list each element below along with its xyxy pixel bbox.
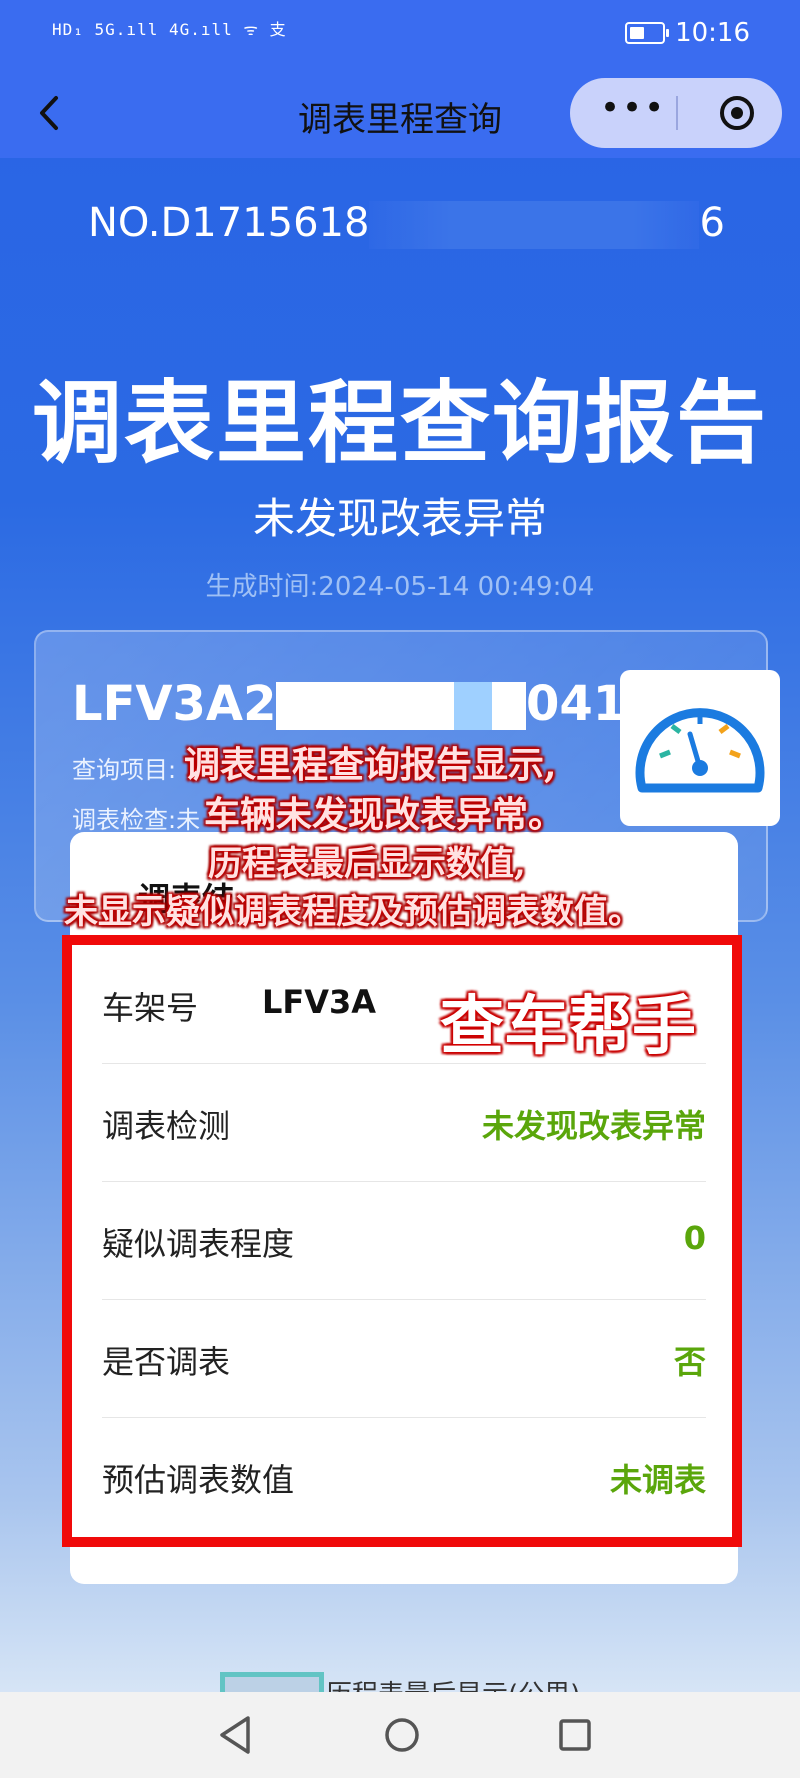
circle-home-icon [385,1718,419,1752]
status-bar: HD₁ 5G.ıll 4G.ıll ᯤ 支 10:16 [0,0,800,68]
square-recents-icon [559,1719,591,1751]
system-nav-bar [0,1692,800,1778]
detail-row-meter-check: 调表检测 未发现改表异常 [102,1063,706,1182]
row-label: 车架号 [102,989,199,1027]
query-item-line: 查询项目: [72,756,177,784]
system-home-button[interactable] [377,1712,427,1758]
annotation-line-3: 历程表最后显示数值, [208,844,526,884]
watermark: 查车帮手 [440,989,696,1064]
row-value: LFV3A [261,983,376,1021]
clock: 10:16 [675,18,750,48]
redaction-mask-accent [454,682,492,730]
row-label: 调表检测 [102,1107,231,1145]
nav-bar: 调表里程查询 ••• [0,68,800,158]
report-number: NO.D1715618 6 [88,200,725,249]
report-subtitle: 未发现改表异常 [252,494,547,543]
vin-end: 041 [526,676,627,732]
detail-row-suspected-degree: 疑似调表程度 0 [102,1181,706,1300]
speedometer-icon [635,708,765,793]
capsule-divider [676,96,678,130]
more-menu-button[interactable]: ••• [600,88,666,128]
signal-indicators: HD₁ 5G.ıll 4G.ıll ᯤ 支 [52,20,287,39]
row-value: 否 [673,1343,706,1381]
redaction-mask [369,201,700,249]
mini-program-capsule: ••• [570,78,782,148]
status-right: 10:16 [625,18,750,48]
row-value: 未发现改表异常 [481,1107,706,1145]
system-back-button[interactable] [210,1712,260,1758]
detail-row-tampered: 是否调表 否 [102,1299,706,1418]
row-value: 未调表 [609,1461,706,1499]
close-miniprogram-icon[interactable] [720,96,754,130]
row-label: 是否调表 [102,1343,231,1381]
triangle-back-icon [220,1716,250,1754]
annotation-line-4: 未显示疑似调表程度及预估调表数值。 [64,892,642,932]
meter-check-line: 调表检查:未 [72,806,201,834]
generated-time: 生成时间:2024-05-14 00:49:04 [205,572,595,602]
gauge-tile [620,670,780,826]
annotation-line-2: 车辆未发现改表异常。 [204,794,565,836]
detail-row-estimated-value: 预估调表数值 未调表 [102,1417,706,1535]
row-value: 0 [683,1219,706,1257]
report-number-suffix: 6 [699,200,725,246]
report-title: 调表里程查询报告 [32,371,768,476]
annotation-line-1: 调表里程查询报告显示, [184,744,557,786]
row-label: 疑似调表程度 [102,1225,295,1263]
battery-icon [625,22,670,44]
row-label: 预估调表数值 [102,1461,295,1499]
system-recents-button[interactable] [550,1712,600,1758]
report-number-prefix: NO.D1715618 [88,200,370,246]
vin-start: LFV3A24 [72,676,310,732]
